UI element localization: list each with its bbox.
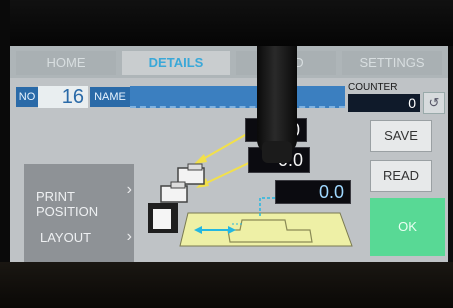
- read-button[interactable]: READ: [370, 160, 432, 192]
- stylus-tip: [262, 141, 292, 163]
- ok-button[interactable]: OK: [370, 198, 445, 256]
- save-button[interactable]: SAVE: [370, 120, 432, 152]
- print-head-upper: [177, 163, 205, 185]
- arrow-head-top: [194, 154, 207, 164]
- left-menu: PRINT POSITION › LAYOUT ›: [24, 164, 134, 262]
- arrow-top-readout: [197, 130, 253, 163]
- hmi-screen: HOME DETAILS LOAD SETTINGS NO 16 NAME CO…: [10, 46, 448, 262]
- monitor-bezel-bottom: [0, 262, 453, 308]
- menu-print-position[interactable]: PRINT POSITION ›: [24, 174, 134, 220]
- menu-layout-label: LAYOUT: [40, 230, 92, 245]
- menu-layout[interactable]: LAYOUT ›: [24, 228, 134, 254]
- print-head-lower: [148, 181, 188, 233]
- monitor-bezel-top: [0, 0, 453, 46]
- arrow-middle-readout: [199, 160, 254, 187]
- menu-print-position-label: PRINT POSITION: [36, 189, 99, 219]
- chevron-right-icon: ›: [126, 228, 132, 245]
- stylus-antenna-overlay: [257, 46, 297, 154]
- chevron-right-icon: ›: [126, 181, 132, 198]
- position-offset-readout[interactable]: 0.0: [275, 180, 351, 204]
